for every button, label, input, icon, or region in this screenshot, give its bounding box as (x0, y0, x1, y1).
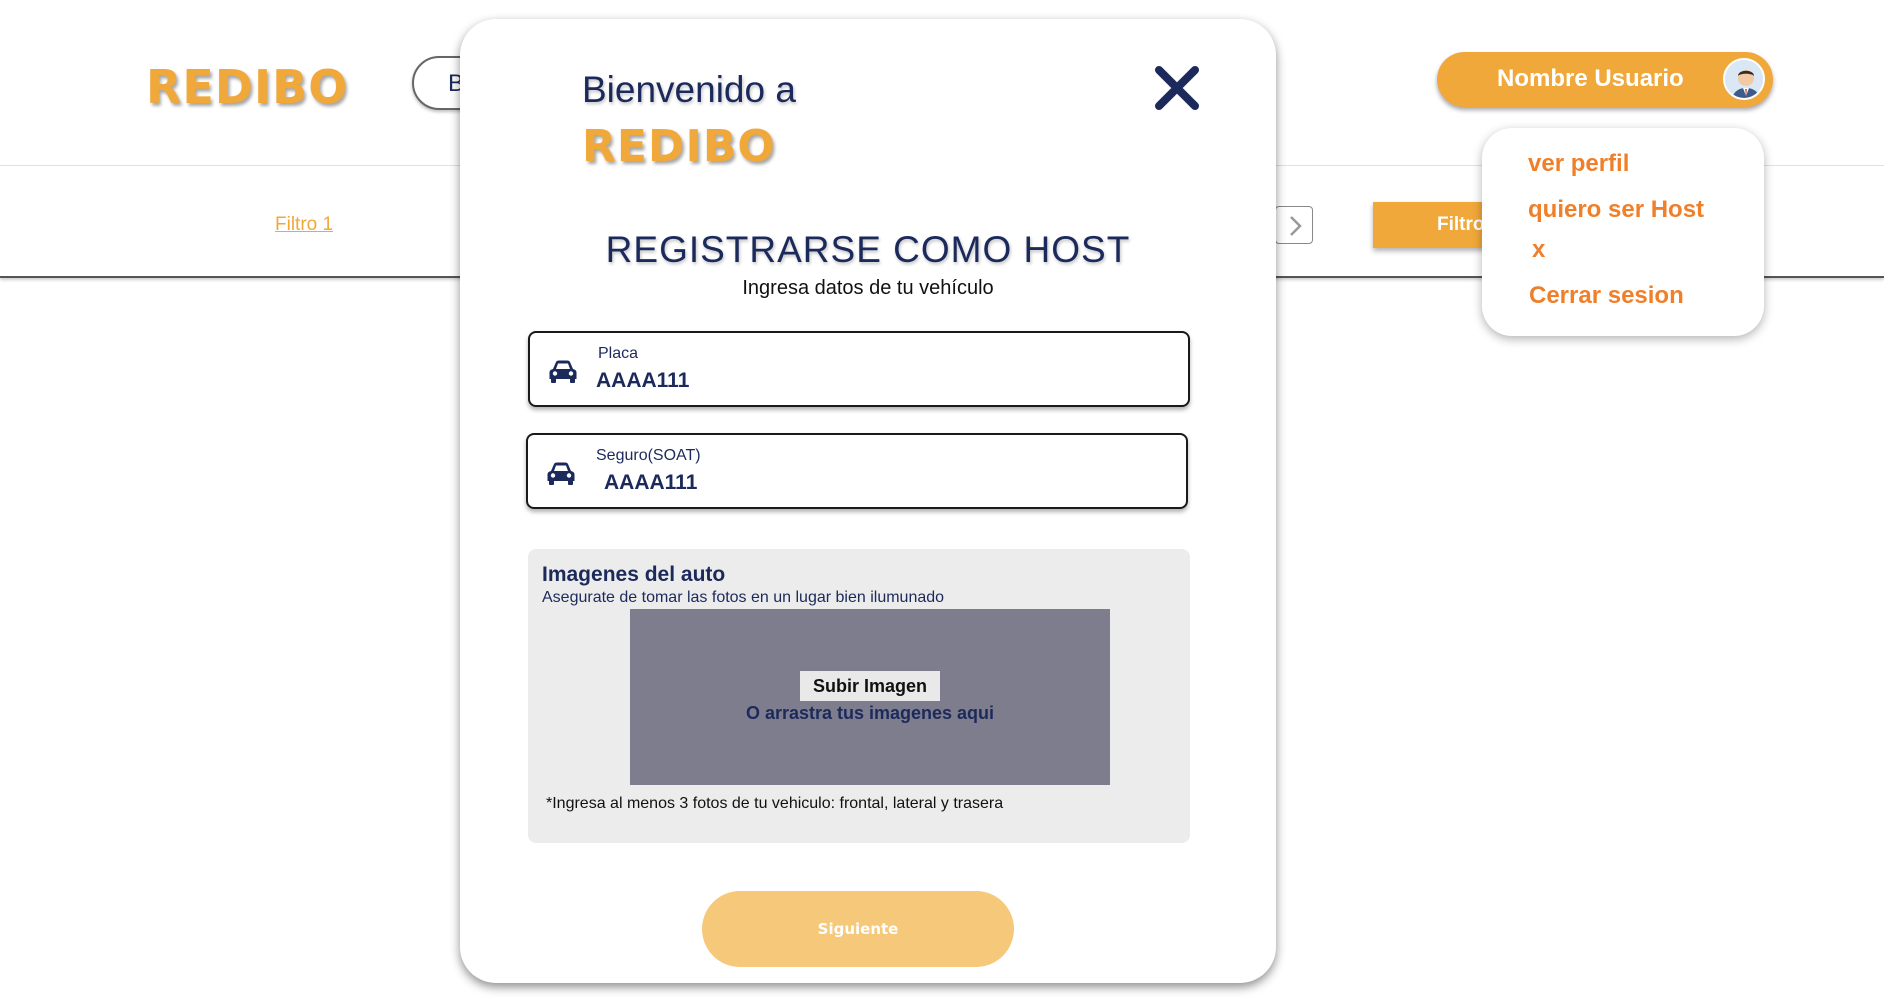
drag-hint: O arrastra tus imagenes aqui (745, 703, 995, 723)
filter-1-link[interactable]: Filtro 1 (275, 214, 333, 236)
menu-item-ver-perfil[interactable]: ver perfil (1528, 150, 1629, 178)
next-button[interactable]: Siguiente (702, 891, 1014, 967)
menu-item-quiero-ser-host[interactable]: quiero ser Host (1528, 196, 1704, 224)
placa-input[interactable] (596, 367, 1156, 395)
images-panel: Imagenes del auto Asegurate de tomar las… (528, 549, 1190, 843)
filter-next-button[interactable] (1275, 206, 1313, 244)
brand-logo[interactable]: REDIBO (146, 60, 348, 114)
images-subtitle: Asegurate de tomar las fotos en un lugar… (542, 589, 945, 606)
placa-label: Placa (598, 345, 639, 362)
user-avatar-icon (1725, 60, 1763, 98)
menu-item-cerrar-sesion[interactable]: Cerrar sesion (1529, 282, 1684, 310)
images-title: Imagenes del auto (542, 563, 726, 586)
seguro-label: Seguro(SOAT) (596, 447, 701, 464)
modal-title: REGISTRARSE COMO HOST (605, 229, 1131, 270)
next-button-label: Siguiente (817, 920, 899, 938)
close-icon (1155, 66, 1199, 110)
image-drop-zone[interactable]: Subir Imagen O arrastra tus imagenes aqu… (630, 609, 1110, 785)
seguro-field[interactable]: Seguro(SOAT) (526, 433, 1188, 509)
filter-button[interactable]: Filtro (1373, 202, 1493, 248)
car-icon (549, 360, 577, 383)
car-icon (547, 462, 575, 485)
modal-brand-logo: REDIBO (582, 121, 776, 172)
user-menu-button[interactable]: Nombre Usuario (1437, 52, 1773, 107)
close-button[interactable] (1152, 63, 1202, 113)
register-host-modal: Bienvenido a REDIBO REGISTRARSE COMO HOS… (460, 19, 1276, 983)
menu-item-x[interactable]: x (1532, 236, 1545, 264)
filter-button-label: Filtro (1437, 214, 1485, 235)
page: REDIBO B Nombre Usuario Filtro 1 Filtro … (0, 0, 1884, 1004)
seguro-input[interactable] (604, 469, 1164, 497)
chevron-right-icon (1290, 216, 1302, 236)
modal-welcome-text: Bienvenido a (582, 69, 796, 110)
modal-subtitle: Ingresa datos de tu vehículo (742, 277, 994, 299)
user-name: Nombre Usuario (1497, 65, 1684, 92)
avatar (1723, 58, 1765, 100)
images-note: *Ingresa al menos 3 fotos de tu vehiculo… (546, 795, 1004, 812)
placa-field[interactable]: Placa (528, 331, 1190, 407)
user-dropdown-menu: ver perfil quiero ser Host x Cerrar sesi… (1482, 128, 1764, 336)
upload-image-button[interactable]: Subir Imagen (800, 671, 940, 701)
